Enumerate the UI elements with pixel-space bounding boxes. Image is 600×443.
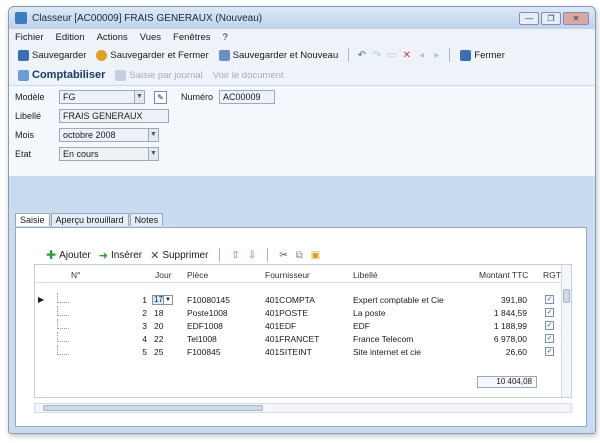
table-row[interactable]: 2 18 Poste1008 401POSTE La poste 1 844,5…: [35, 306, 571, 319]
delete-icon[interactable]: ✕: [401, 50, 412, 61]
entries-grid: N° Jour Pièce Fournisseur Libellé Montan…: [34, 264, 572, 398]
title-bar: Classeur [AC00009] FRAIS GENERAUX (Nouve…: [9, 7, 595, 29]
ajouter-button[interactable]: ✚ Ajouter: [46, 248, 91, 262]
copy-icon[interactable]: ▭: [386, 50, 397, 61]
window-title: Classeur [AC00009] FRAIS GENERAUX (Nouve…: [32, 12, 263, 24]
libelle-row: Libellé FRAIS GENERAUX: [15, 109, 169, 123]
menu-help[interactable]: ?: [223, 32, 228, 43]
grid-toolbar: ✚ Ajouter ➜ Insérer ✕ Supprimer ⇧ ⇩ ✂ ⧉ …: [46, 248, 320, 262]
window-controls: — ❐ ✕: [519, 11, 589, 25]
delete-x-icon: ✕: [150, 249, 160, 262]
tab-saisie[interactable]: Saisie: [15, 213, 50, 226]
rgt-checkbox[interactable]: ✓: [545, 347, 554, 356]
undo-icon[interactable]: ↶: [356, 50, 367, 61]
secondary-toolbar: Comptabiliser Saisie par journal Voir le…: [9, 65, 595, 85]
mois-combo[interactable]: octobre 2008 ▼: [59, 128, 159, 142]
maximize-button[interactable]: ❐: [541, 11, 561, 25]
copy-rows-icon[interactable]: ⧉: [296, 250, 303, 261]
header-form: Modèle FG ▼ ✎ Numéro AC00009 Libellé FRA…: [9, 86, 595, 176]
save-close-button[interactable]: Sauvegarder et Fermer: [93, 49, 211, 62]
menu-fenetres[interactable]: Fenêtres: [173, 32, 211, 43]
tree-line: [57, 319, 69, 329]
table-row[interactable]: ▶ 1 17 ▼ F10080145 401COMPTA Expert comp…: [35, 293, 571, 306]
move-down-icon[interactable]: ⇩: [248, 250, 256, 261]
etat-combo[interactable]: En cours ▼: [59, 147, 159, 161]
scroll-thumb[interactable]: [563, 289, 570, 303]
minimize-button[interactable]: —: [519, 11, 539, 25]
cut-icon[interactable]: ✂: [279, 250, 287, 261]
etat-row: Etat En cours ▼: [15, 147, 159, 161]
tree-line: [57, 293, 69, 303]
table-row[interactable]: 5 25 F100845 401SITEINT Site internet et…: [35, 345, 571, 358]
current-row-marker-icon: ▶: [38, 295, 45, 304]
main-toolbar: Sauvegarder Sauvegarder et Fermer Sauveg…: [9, 45, 595, 65]
move-up-icon[interactable]: ⇧: [231, 250, 239, 261]
app-icon: [15, 12, 27, 24]
menu-bar: Fichier Edition Actions Vues Fenêtres ?: [9, 29, 595, 45]
save-button[interactable]: Sauvegarder: [15, 49, 89, 62]
comptabiliser-button[interactable]: Comptabiliser: [15, 68, 108, 82]
tab-notes[interactable]: Notes: [129, 213, 164, 226]
arrow-right-icon: ➜: [98, 249, 108, 262]
menu-fichier[interactable]: Fichier: [15, 32, 44, 43]
exit-icon: [460, 49, 472, 61]
menu-actions[interactable]: Actions: [97, 32, 128, 43]
rgt-checkbox[interactable]: ✓: [545, 308, 554, 317]
mois-row: Mois octobre 2008 ▼: [15, 128, 159, 142]
tab-strip: Saisie Aperçu brouillard Notes: [15, 213, 164, 226]
menu-vues[interactable]: Vues: [140, 32, 161, 43]
pencil-icon: [18, 69, 29, 81]
fermer-button[interactable]: Fermer: [457, 49, 508, 62]
chevron-down-icon: ▼: [149, 128, 159, 142]
toolbar-separator: [219, 248, 221, 262]
vertical-scrollbar[interactable]: [561, 265, 571, 397]
numero-field[interactable]: AC00009: [219, 90, 276, 104]
toolbar-separator: [449, 48, 451, 62]
edit-model-button[interactable]: ✎: [154, 90, 167, 104]
jour-combo[interactable]: 17 ▼: [152, 295, 173, 305]
tree-line: [57, 345, 69, 355]
chevron-down-icon: ▼: [135, 90, 145, 104]
libelle-field[interactable]: FRAIS GENERAUX: [59, 109, 169, 123]
close-window-button[interactable]: ✕: [563, 11, 589, 25]
rgt-checkbox[interactable]: ✓: [545, 334, 554, 343]
paste-icon[interactable]: ▣: [311, 250, 320, 261]
menu-edition[interactable]: Edition: [56, 32, 85, 43]
save-close-icon: [96, 49, 108, 61]
modele-row: Modèle FG ▼ ✎ Numéro AC00009: [15, 90, 276, 104]
main-window: Classeur [AC00009] FRAIS GENERAUX (Nouve…: [8, 6, 596, 434]
rgt-checkbox[interactable]: ✓: [545, 295, 554, 304]
save-new-button[interactable]: Sauvegarder et Nouveau: [216, 49, 342, 62]
tab-apercu-brouillard[interactable]: Aperçu brouillard: [50, 213, 129, 226]
modele-combo[interactable]: FG ▼: [59, 90, 145, 104]
saisie-journal-button[interactable]: Saisie par journal: [112, 69, 205, 82]
plus-icon: ✚: [46, 248, 57, 262]
save-new-icon: [218, 49, 230, 61]
toolbar-separator: [348, 48, 350, 62]
chevron-down-icon: ▼: [164, 295, 173, 305]
total-amount: 10 404,08: [477, 376, 537, 388]
toolbar-separator: [267, 248, 269, 262]
tree-line: [57, 306, 69, 316]
inserer-button[interactable]: ➜ Insérer: [99, 249, 142, 262]
next-icon[interactable]: ▸: [431, 50, 442, 61]
floppy-icon: [18, 49, 29, 61]
saisie-pane: ✚ Ajouter ➜ Insérer ✕ Supprimer ⇧ ⇩ ✂ ⧉ …: [15, 227, 587, 427]
tree-line: [57, 332, 69, 342]
journal-icon: [115, 69, 127, 81]
redo-icon[interactable]: ↷: [371, 50, 382, 61]
first-icon[interactable]: ◂: [416, 50, 427, 61]
supprimer-button[interactable]: ✕ Supprimer: [150, 249, 208, 262]
scroll-thumb[interactable]: [43, 405, 263, 411]
table-row[interactable]: 3 20 EDF1008 401EDF EDF 1 188,99 ✓: [35, 319, 571, 332]
rgt-checkbox[interactable]: ✓: [545, 321, 554, 330]
grid-header: N° Jour Pièce Fournisseur Libellé Montan…: [35, 265, 571, 283]
table-row[interactable]: 4 22 Tel1008 401FRANCET France Telecom 6…: [35, 332, 571, 345]
voir-document-button[interactable]: Voir le document: [210, 69, 287, 82]
horizontal-scrollbar[interactable]: [34, 403, 572, 413]
chevron-down-icon: ▼: [149, 147, 159, 161]
